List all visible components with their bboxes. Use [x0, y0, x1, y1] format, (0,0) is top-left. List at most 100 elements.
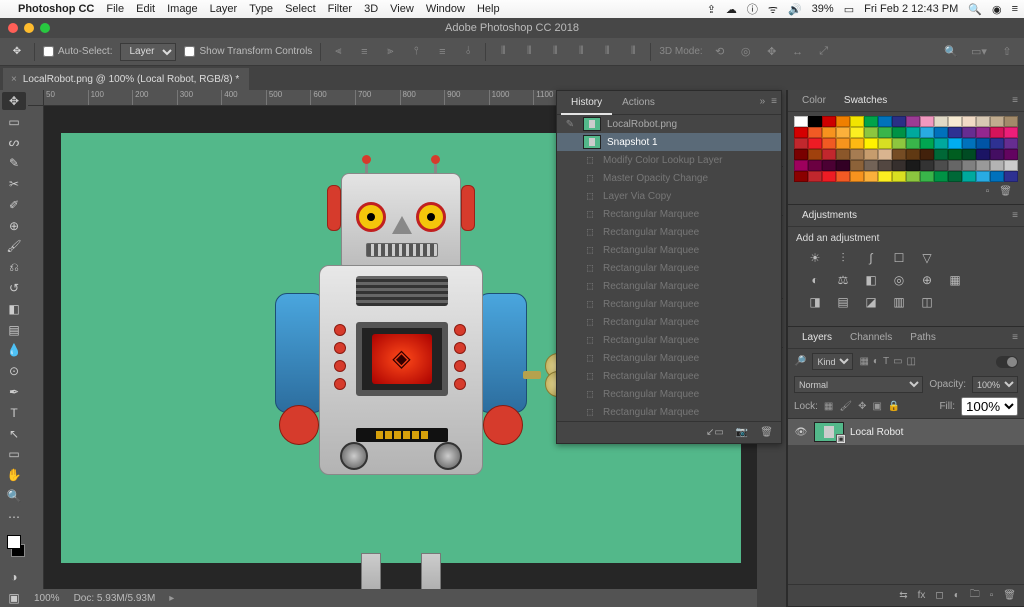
move-tool-icon[interactable]: ✥	[8, 43, 26, 61]
menu-app[interactable]: Photoshop CC	[18, 3, 94, 15]
color-swatch[interactable]	[836, 127, 850, 138]
new-doc-from-state-icon[interactable]: ↙▭	[706, 427, 724, 438]
history-step[interactable]: ⬚Layer Via Copy	[557, 187, 781, 205]
spotlight-icon[interactable]: 🔍	[968, 3, 982, 16]
color-swatch[interactable]	[864, 127, 878, 138]
link-layers-icon[interactable]: ⇆	[899, 590, 907, 601]
color-swatch[interactable]	[808, 116, 822, 127]
menu-edit[interactable]: Edit	[136, 3, 155, 15]
color-lookup-icon[interactable]: ▦	[946, 272, 964, 288]
menu-layer[interactable]: Layer	[210, 3, 238, 15]
color-swatch[interactable]	[892, 160, 906, 171]
bw-icon[interactable]: ◧	[862, 272, 880, 288]
filter-pixel-icon[interactable]: ▦	[859, 356, 868, 367]
type-tool[interactable]: T	[2, 404, 26, 422]
auto-select-checkbox[interactable]: Auto-Select:	[43, 46, 112, 57]
layer-mask-icon[interactable]: ◻	[935, 590, 943, 601]
distribute-2-icon[interactable]: ⫴	[520, 43, 538, 61]
curves-icon[interactable]: ∫	[862, 250, 880, 266]
history-step[interactable]: ⬚Rectangular Marquee	[557, 241, 781, 259]
color-swatch[interactable]	[990, 160, 1004, 171]
color-swatch[interactable]	[892, 171, 906, 182]
info-icon[interactable]: ⓘ	[747, 1, 758, 17]
color-swatch[interactable]	[808, 138, 822, 149]
color-swatch[interactable]	[822, 171, 836, 182]
color-swatch[interactable]	[976, 149, 990, 160]
blend-mode-dropdown[interactable]: Normal	[794, 376, 923, 393]
marquee-tool[interactable]: ▭	[2, 113, 26, 131]
color-swatch[interactable]	[934, 138, 948, 149]
color-swatch[interactable]	[808, 149, 822, 160]
history-step[interactable]: ⬚Rectangular Marquee	[557, 403, 781, 421]
color-swatch[interactable]	[906, 127, 920, 138]
color-swatch[interactable]	[934, 127, 948, 138]
history-brush-source-icon[interactable]: ✎	[563, 119, 577, 130]
photo-filter-icon[interactable]: ◎	[890, 272, 908, 288]
color-swatch[interactable]	[920, 171, 934, 182]
filter-toggle[interactable]	[996, 356, 1018, 368]
close-tab-icon[interactable]: ×	[11, 74, 17, 85]
lasso-tool[interactable]: ᔕ	[2, 134, 26, 152]
menu-file[interactable]: File	[106, 3, 124, 15]
brush-tool[interactable]: 🖌	[2, 238, 26, 256]
brightness-contrast-icon[interactable]: ☀	[806, 250, 824, 266]
align-top-icon[interactable]: ⫯	[407, 43, 425, 61]
color-swatch[interactable]	[794, 149, 808, 160]
color-swatch[interactable]	[836, 171, 850, 182]
color-swatch[interactable]	[864, 138, 878, 149]
history-step[interactable]: ⬚Rectangular Marquee	[557, 313, 781, 331]
align-hcenter-icon[interactable]: ≡	[355, 43, 373, 61]
color-swatch[interactable]	[976, 138, 990, 149]
layer-name[interactable]: Local Robot	[850, 427, 903, 438]
color-swatch[interactable]	[948, 171, 962, 182]
color-swatch[interactable]	[822, 149, 836, 160]
distribute-3-icon[interactable]: ⫴	[546, 43, 564, 61]
color-swatch[interactable]	[864, 149, 878, 160]
history-brush-tool[interactable]: ↺	[2, 279, 26, 297]
color-swatch[interactable]	[1004, 116, 1018, 127]
new-layer-icon[interactable]: ▫	[990, 590, 994, 601]
align-bottom-icon[interactable]: ⫰	[459, 43, 477, 61]
swatches-tab[interactable]: Swatches	[836, 90, 895, 111]
color-swatch[interactable]	[878, 171, 892, 182]
color-swatch[interactable]	[808, 171, 822, 182]
menu-image[interactable]: Image	[167, 3, 198, 15]
color-swatch[interactable]	[976, 127, 990, 138]
show-transform-checkbox[interactable]: Show Transform Controls	[184, 46, 312, 57]
filter-type-icon[interactable]: T	[883, 356, 889, 367]
zoom-tool[interactable]: 🔍	[2, 487, 26, 505]
vibrance-icon[interactable]: ▽	[918, 250, 936, 266]
history-step[interactable]: ⬚Rectangular Marquee	[557, 205, 781, 223]
3d-roll-icon[interactable]: ◎	[737, 43, 755, 61]
invert-icon[interactable]: ◨	[806, 294, 824, 310]
history-step[interactable]: ⬚Rectangular Marquee	[557, 223, 781, 241]
sync-icon[interactable]: ☁	[726, 3, 737, 16]
paths-tab[interactable]: Paths	[902, 327, 944, 348]
quick-mask-tool[interactable]: ◑	[2, 568, 26, 586]
menu-window[interactable]: Window	[426, 3, 465, 15]
delete-state-icon[interactable]: 🗑	[760, 427, 773, 438]
wifi-icon[interactable]: ᯤ	[768, 2, 778, 17]
menu-view[interactable]: View	[390, 3, 414, 15]
gradient-tool[interactable]: ▤	[2, 321, 26, 339]
distribute-5-icon[interactable]: ⫴	[598, 43, 616, 61]
color-swatch[interactable]	[1004, 171, 1018, 182]
distribute-6-icon[interactable]: ⫴	[624, 43, 642, 61]
color-swatch[interactable]	[878, 149, 892, 160]
menu-type[interactable]: Type	[249, 3, 273, 15]
document-tab[interactable]: × LocalRobot.png @ 100% (Local Robot, RG…	[3, 68, 249, 90]
color-swatch[interactable]	[962, 127, 976, 138]
new-fill-adjustment-icon[interactable]: ◐	[954, 590, 960, 601]
search-icon[interactable]: 🔍	[942, 43, 960, 61]
status-menu-icon[interactable]: ▸	[169, 593, 174, 604]
kind-filter-dropdown[interactable]: Kind	[812, 353, 853, 370]
history-step[interactable]: ⬚Rectangular Marquee	[557, 367, 781, 385]
workspace-icon[interactable]: ▭▾	[970, 43, 988, 61]
color-swatch[interactable]	[878, 127, 892, 138]
color-swatch[interactable]	[976, 160, 990, 171]
lock-transparent-icon[interactable]: ▦	[824, 401, 833, 412]
color-swatch[interactable]	[906, 160, 920, 171]
clock[interactable]: Fri Feb 2 12:43 PM	[864, 3, 958, 15]
color-swatch[interactable]	[892, 149, 906, 160]
color-swatch[interactable]	[822, 127, 836, 138]
